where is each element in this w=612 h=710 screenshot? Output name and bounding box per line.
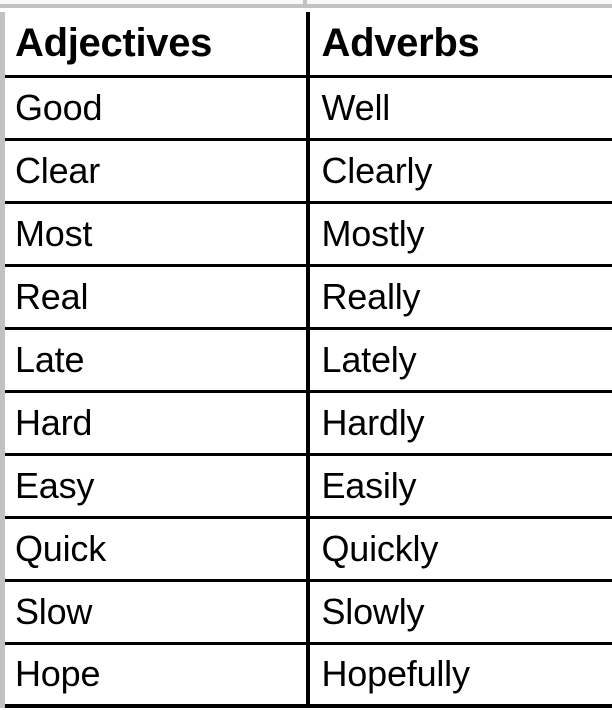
column-header-adverbs-label: Adverbs [321, 21, 480, 66]
table-row: Hope Hopefully [0, 641, 612, 708]
table-row: Clear Clearly [0, 137, 612, 204]
column-header-adjectives: Adjectives [0, 12, 310, 78]
table-body: Good Well Clear Clearly Most Mostly Real Really… [0, 74, 612, 708]
cell-adjective-text: Easy [15, 464, 95, 506]
cell-adjective: Slow [0, 578, 310, 645]
cell-adverb-text: Slowly [321, 590, 425, 632]
cutoff-row-column-divider [303, 0, 307, 5]
cell-adjective: Late [0, 326, 310, 393]
table-row: Good Well [0, 74, 612, 141]
cell-adjective-text: Most [15, 212, 93, 254]
cell-adverb-text: Clearly [321, 149, 433, 191]
cell-adverb: Lately [305, 326, 612, 393]
cell-adjective: Quick [0, 515, 310, 582]
cell-adjective: Good [0, 74, 310, 141]
cell-adverb-text: Quickly [321, 527, 439, 569]
column-header-adverbs: Adverbs [305, 12, 612, 78]
table-row: Late Lately [0, 326, 612, 393]
table-row: Quick Quickly [0, 515, 612, 582]
cell-adjective-text: Late [15, 338, 85, 380]
cell-adverb-text: Really [321, 275, 421, 317]
cell-adjective: Clear [0, 137, 310, 204]
cell-adjective: Easy [0, 452, 310, 519]
cell-adverb-text: Easily [321, 464, 417, 506]
cell-adjective-text: Clear [15, 149, 101, 191]
cell-adjective-text: Slow [15, 590, 93, 632]
cell-adverb-text: Mostly [321, 212, 425, 254]
cell-adverb: Clearly [305, 137, 612, 204]
cell-adjective-text: Hard [15, 401, 93, 443]
cell-adverb-text: Hardly [321, 401, 425, 443]
table-row: Real Really [0, 263, 612, 330]
cell-adverb: Mostly [305, 200, 612, 267]
cell-adverb: Slowly [305, 578, 612, 645]
cell-adverb: Well [305, 74, 612, 141]
cell-adjective-text: Quick [15, 527, 107, 569]
cell-adverb-text: Well [321, 86, 391, 128]
cell-adjective: Real [0, 263, 310, 330]
cell-adverb: Really [305, 263, 612, 330]
table-header-row: Adjectives Adverbs [0, 12, 612, 78]
table-container: Adjectives Adverbs Good Well Clear Clearly M… [0, 12, 612, 708]
cell-adjective: Hard [0, 389, 310, 456]
column-header-adjectives-label: Adjectives [15, 21, 213, 66]
cell-adverb: Hopefully [305, 641, 612, 708]
cell-adverb-text: Hopefully [321, 653, 470, 695]
cell-adverb: Easily [305, 452, 612, 519]
cell-adjective: Most [0, 200, 310, 267]
screenshot-root: Adjectives Adverbs Good Well Clear Clearly M… [0, 0, 612, 710]
adjectives-adverbs-table: Adjectives Adverbs Good Well Clear Clearly M… [0, 12, 612, 708]
cell-adverb: Hardly [305, 389, 612, 456]
cell-adjective-text: Good [15, 86, 103, 128]
table-row: Easy Easily [0, 452, 612, 519]
table-row: Slow Slowly [0, 578, 612, 645]
cell-adjective-text: Hope [15, 653, 101, 695]
cell-adverb-text: Lately [321, 338, 417, 380]
table-row: Most Mostly [0, 200, 612, 267]
cell-adjective-text: Real [15, 275, 89, 317]
table-header: Adjectives Adverbs [0, 12, 612, 78]
cell-adjective: Hope [0, 641, 310, 708]
cell-adverb: Quickly [305, 515, 612, 582]
cutoff-row-above [0, 0, 612, 8]
table-row: Hard Hardly [0, 389, 612, 456]
